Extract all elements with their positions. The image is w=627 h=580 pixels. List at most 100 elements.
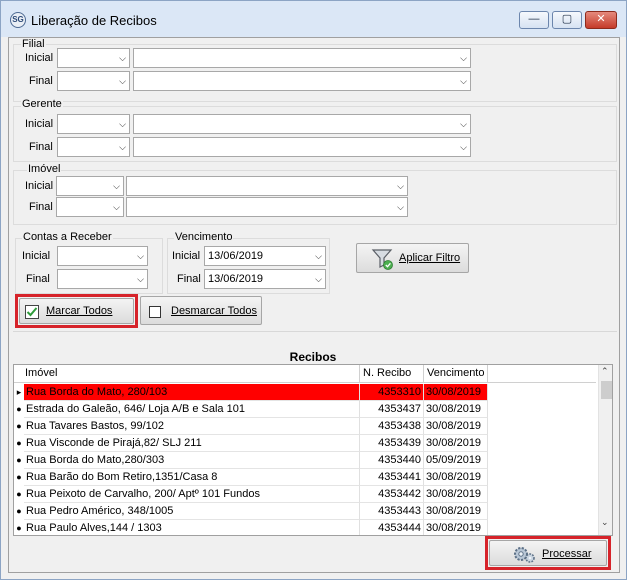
filial-final-code-combo[interactable]: ⌵ (57, 71, 130, 91)
imovel-final-name-combo[interactable]: ⌵ (126, 197, 408, 217)
window: SG Liberação de Recibos — ▢ ✕ Filial Ini… (0, 0, 627, 580)
close-button[interactable]: ✕ (585, 11, 617, 29)
gerente-final-label: Final (29, 141, 53, 153)
row-marker-icon: ● (16, 489, 22, 499)
cell-recibo: 4353437 (360, 401, 424, 418)
cell-vencimento: 05/09/2019 (424, 452, 488, 469)
cell-recibo: 4353440 (360, 452, 424, 469)
filial-final-label: Final (29, 75, 53, 87)
vencimento-inicial-label: Inicial (172, 250, 201, 262)
row-marker-icon: ● (16, 438, 22, 448)
row-marker-icon: ● (16, 523, 22, 533)
table-row[interactable]: ● Rua Barão do Bom Retiro,1351/Casa 8 43… (14, 469, 596, 486)
cell-imovel: Rua Barão do Bom Retiro,1351/Casa 8 (24, 469, 360, 486)
gerente-final-code-combo[interactable]: ⌵ (57, 137, 130, 157)
vencimento-inicial-value: 13/06/2019 (208, 250, 264, 262)
row-marker-icon: ● (16, 404, 22, 414)
title-bar[interactable]: SG Liberação de Recibos — ▢ ✕ (1, 1, 626, 37)
gerente-final-name-combo[interactable]: ⌵ (133, 137, 471, 157)
vencimento-group-label: Vencimento (174, 231, 234, 243)
cell-recibo: 4353444 (360, 520, 424, 535)
contas-inicial-combo[interactable]: ⌵ (57, 246, 148, 266)
maximize-button[interactable]: ▢ (552, 11, 582, 29)
table-row[interactable]: ● Rua Paulo Alves,144 / 1303 4353444 30/… (14, 520, 596, 535)
cell-recibo: 4353442 (360, 486, 424, 503)
filial-inicial-name-combo[interactable]: ⌵ (133, 48, 471, 68)
filial-final-name-combo[interactable]: ⌵ (133, 71, 471, 91)
cell-vencimento: 30/08/2019 (424, 486, 488, 503)
imovel-inicial-label: Inicial (25, 180, 54, 192)
column-header-vencimento[interactable]: Vencimento (424, 365, 488, 383)
marcar-todos-label: Marcar Todos (46, 305, 113, 317)
table-row[interactable]: ● Rua Borda do Mato,280/303 4353440 05/0… (14, 452, 596, 469)
contas-inicial-label: Inicial (22, 250, 51, 262)
processar-button[interactable]: Processar (489, 540, 607, 566)
gerente-inicial-code-combo[interactable]: ⌵ (57, 114, 130, 134)
cell-imovel: Rua Peixoto de Carvalho, 200/ Aptº 101 F… (24, 486, 360, 503)
column-header-imovel[interactable]: Imóvel (22, 365, 360, 383)
chevron-down-icon: ⌵ (137, 274, 144, 284)
cell-recibo: 4353441 (360, 469, 424, 486)
cell-imovel: Rua Visconde de Pirajá,82/ SLJ 211 (24, 435, 360, 452)
gear-icon (514, 547, 535, 563)
row-marker-icon: ● (16, 506, 22, 516)
desmarcar-todos-label: Desmarcar Todos (171, 305, 257, 317)
cell-recibo: 4353439 (360, 435, 424, 452)
table-row[interactable]: ● Rua Tavares Bastos, 99/102 4353438 30/… (14, 418, 596, 435)
table-row[interactable]: ● Rua Peixoto de Carvalho, 200/ Aptº 101… (14, 486, 596, 503)
cell-recibo: 4353443 (360, 503, 424, 520)
imovel-final-label: Final (29, 201, 53, 213)
app-icon: SG (10, 12, 26, 28)
table-row[interactable]: ● Rua Visconde de Pirajá,82/ SLJ 211 435… (14, 435, 596, 452)
aplicar-filtro-button[interactable]: Aplicar Filtro (356, 243, 469, 273)
grid-vertical-scrollbar[interactable]: ⌃ ⌄ (598, 365, 612, 535)
contas-group-label: Contas a Receber (22, 231, 113, 243)
minimize-button[interactable]: — (519, 11, 549, 29)
vencimento-final-label: Final (177, 273, 201, 285)
chevron-down-icon: ⌵ (460, 119, 467, 129)
desmarcar-todos-button[interactable]: Desmarcar Todos (140, 296, 262, 325)
processar-label: Processar (542, 548, 592, 560)
imovel-inicial-code-combo[interactable]: ⌵ (56, 176, 124, 196)
recibos-grid[interactable]: Imóvel N. Recibo Vencimento ▸ Rua Borda … (13, 364, 613, 536)
chevron-down-icon: ⌵ (119, 53, 126, 63)
cell-recibo: 4353310 (360, 384, 424, 401)
filter-icon (371, 249, 393, 270)
filial-inicial-code-combo[interactable]: ⌵ (57, 48, 130, 68)
chevron-down-icon: ⌵ (397, 202, 404, 212)
table-row[interactable]: ▸ Rua Borda do Mato, 280/103 4353310 30/… (14, 384, 596, 401)
aplicar-filtro-label: Aplicar Filtro (399, 252, 461, 264)
chevron-down-icon: ⌵ (113, 202, 120, 212)
gerente-inicial-name-combo[interactable]: ⌵ (133, 114, 471, 134)
filial-group-label: Filial (21, 38, 46, 50)
contas-final-combo[interactable]: ⌵ (57, 269, 148, 289)
cell-vencimento: 30/08/2019 (424, 384, 488, 401)
recibos-grid-title: Recibos (13, 350, 613, 364)
chevron-down-icon: ⌵ (397, 181, 404, 191)
row-marker-icon: ● (16, 455, 22, 465)
scroll-down-icon[interactable]: ⌄ (601, 517, 609, 528)
chevron-down-icon: ⌵ (315, 274, 322, 284)
imovel-inicial-name-combo[interactable]: ⌵ (126, 176, 408, 196)
marcar-todos-button[interactable]: Marcar Todos (19, 298, 134, 324)
imovel-final-code-combo[interactable]: ⌵ (56, 197, 124, 217)
window-title: Liberação de Recibos (31, 13, 157, 28)
cell-imovel: Rua Paulo Alves,144 / 1303 (24, 520, 360, 535)
cell-imovel: Rua Pedro Américo, 348/1005 (24, 503, 360, 520)
unchecked-checkbox-icon (149, 306, 161, 318)
cell-imovel: Rua Borda do Mato,280/303 (24, 452, 360, 469)
cell-vencimento: 30/08/2019 (424, 418, 488, 435)
scroll-up-icon[interactable]: ⌃ (601, 366, 609, 377)
chevron-down-icon: ⌵ (119, 119, 126, 129)
scroll-thumb[interactable] (601, 381, 612, 399)
table-row[interactable]: ● Rua Pedro Américo, 348/1005 4353443 30… (14, 503, 596, 520)
vencimento-final-date[interactable]: 13/06/2019 ⌵ (204, 269, 326, 289)
row-marker-icon: ● (16, 472, 22, 482)
imovel-group-label: Imóvel (27, 163, 62, 175)
table-row[interactable]: ● Estrada do Galeão, 646/ Loja A/B e Sal… (14, 401, 596, 418)
column-header-recibo[interactable]: N. Recibo (360, 365, 424, 383)
chevron-down-icon: ⌵ (137, 251, 144, 261)
cell-imovel: Estrada do Galeão, 646/ Loja A/B e Sala … (24, 401, 360, 418)
vencimento-inicial-date[interactable]: 13/06/2019 ⌵ (204, 246, 326, 266)
chevron-down-icon: ⌵ (315, 251, 322, 261)
